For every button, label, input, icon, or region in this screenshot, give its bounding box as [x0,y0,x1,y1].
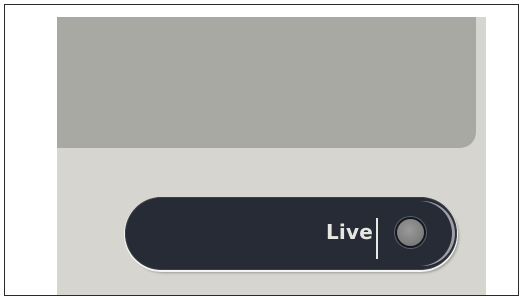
window-frame: Live [4,4,519,296]
led-indicator-icon [397,219,424,246]
display-area [57,17,476,148]
control-panel: Live [57,17,486,295]
live-button-label: Live [325,220,373,244]
live-button[interactable]: Live [125,197,457,270]
button-divider [376,218,378,259]
